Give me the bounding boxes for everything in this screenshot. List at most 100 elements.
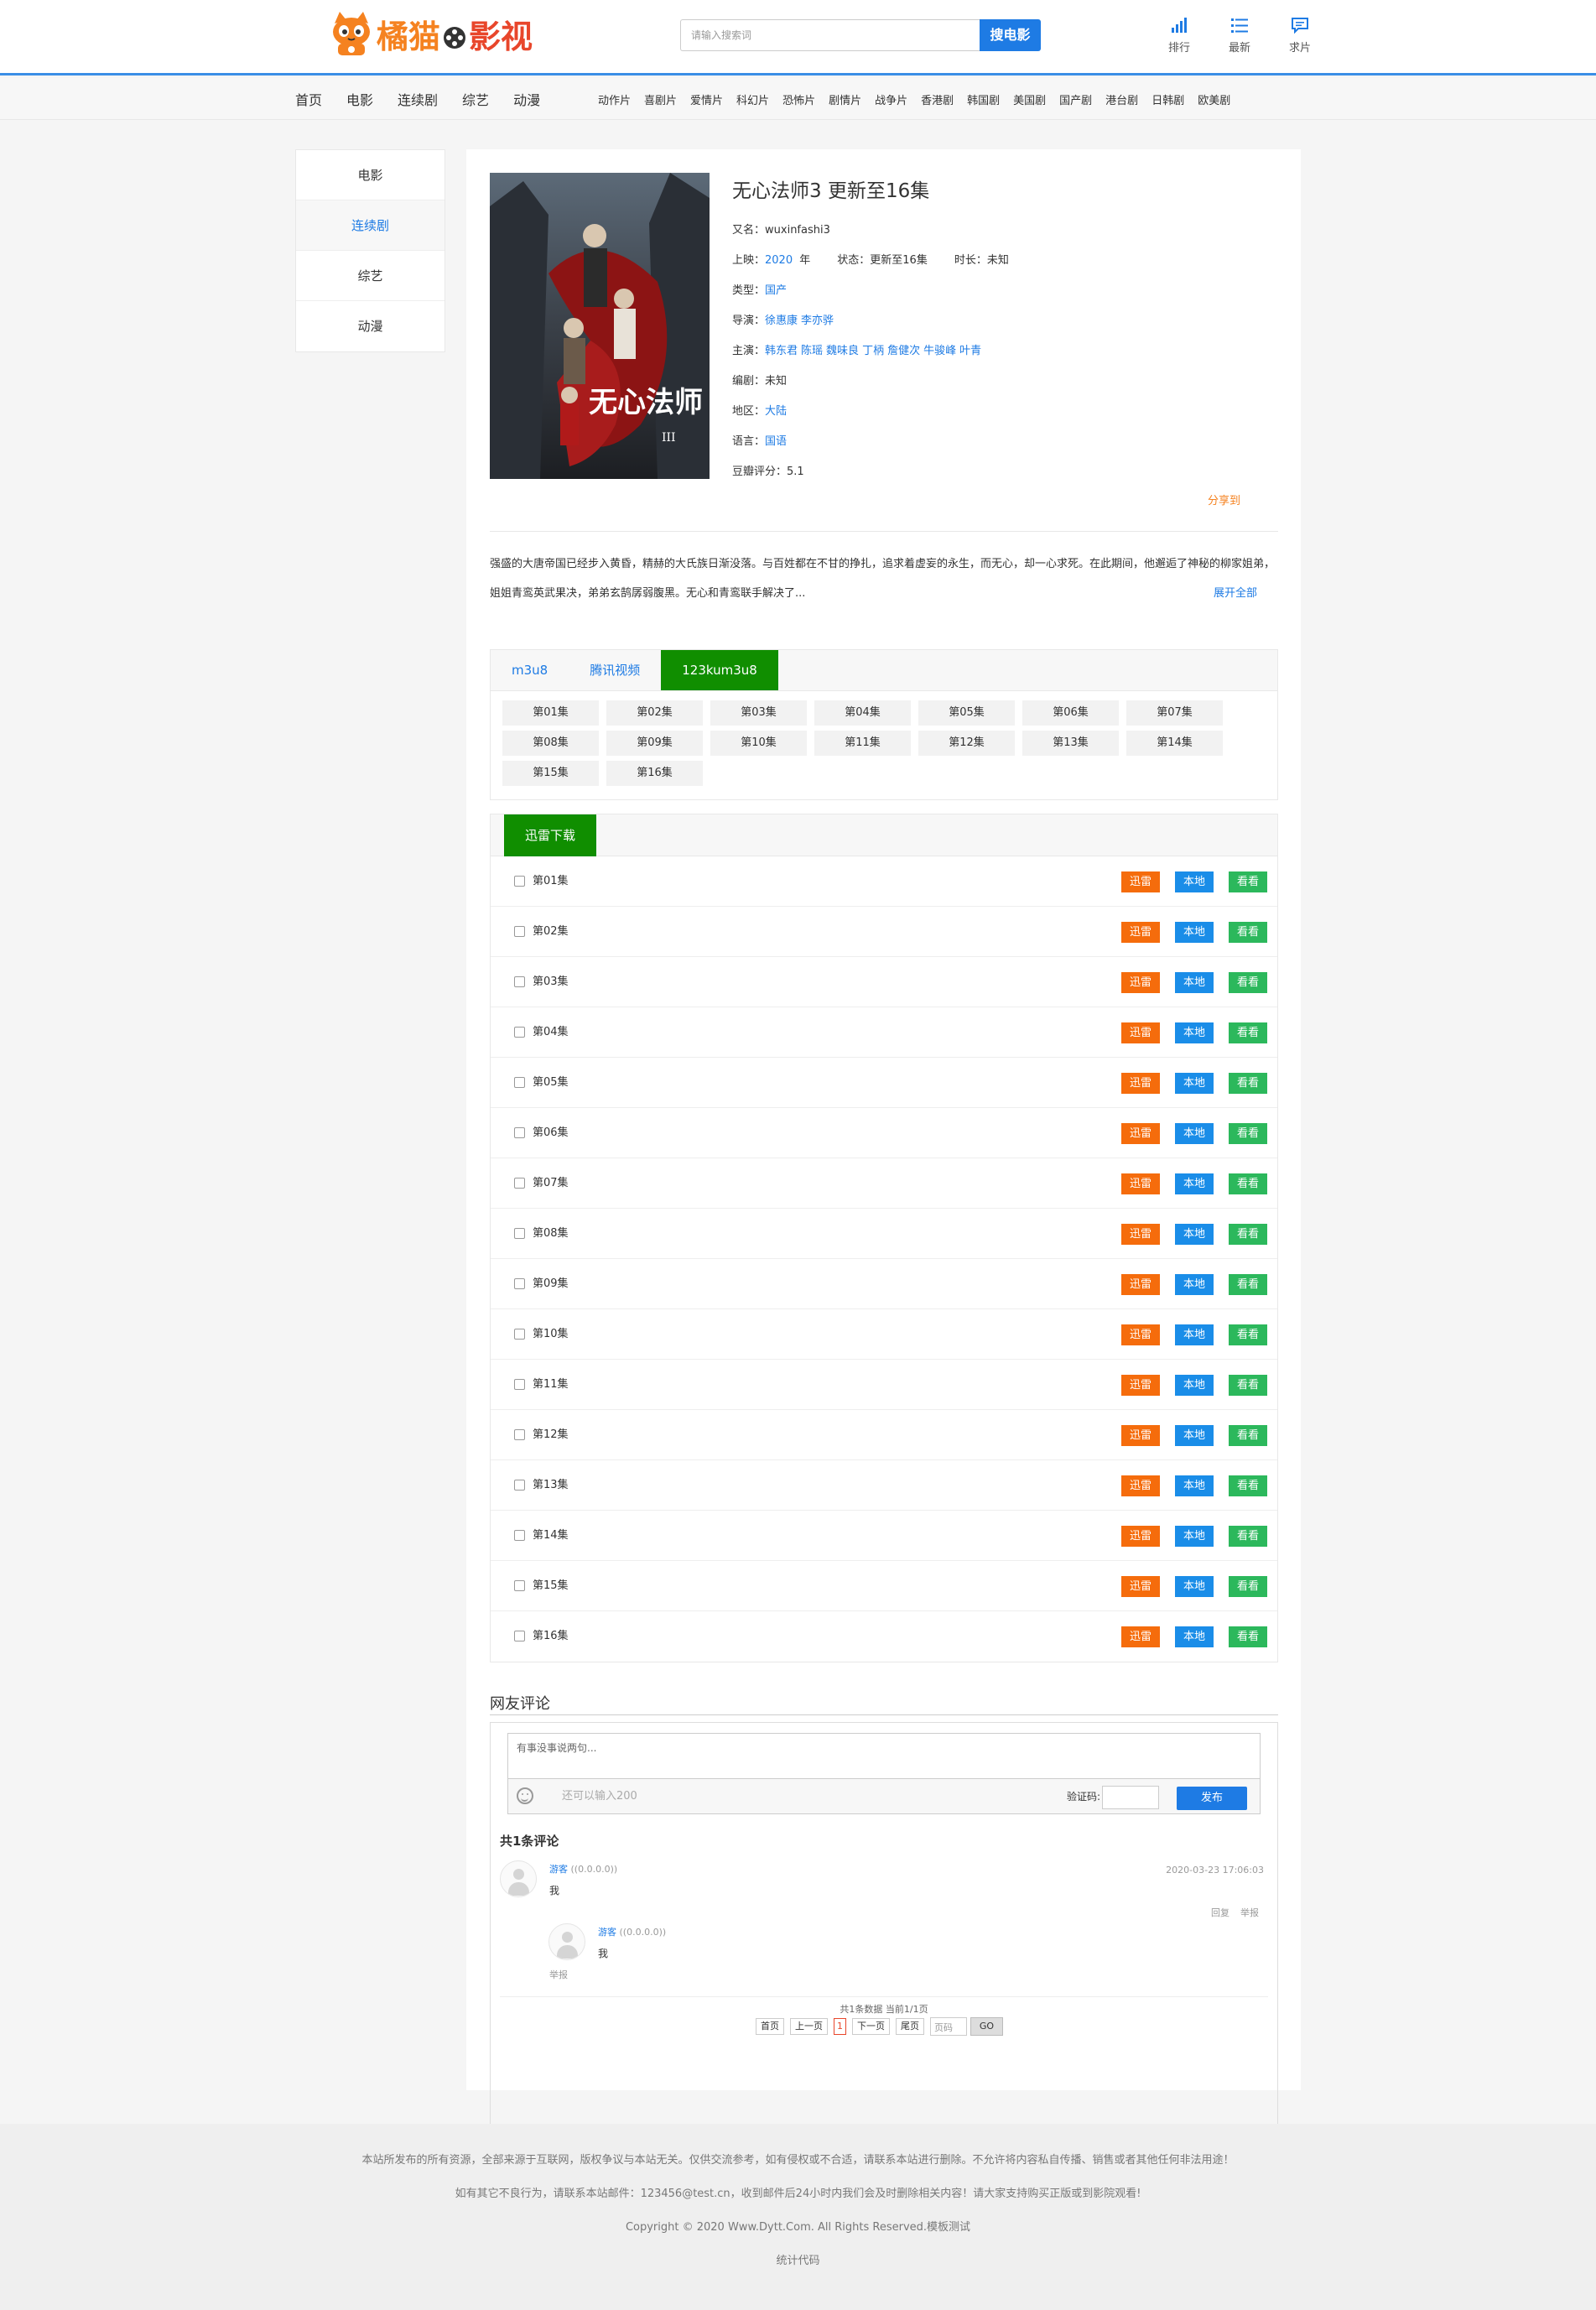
- thunder-button[interactable]: 迅雷: [1121, 1022, 1160, 1043]
- comment-input[interactable]: 有事没事说两句...: [507, 1733, 1261, 1779]
- report-link[interactable]: 举报: [1240, 1906, 1259, 1919]
- watch-button[interactable]: 看看: [1229, 1274, 1267, 1295]
- cast-link[interactable]: 牛骏峰: [923, 345, 956, 357]
- local-button[interactable]: 本地: [1175, 871, 1214, 892]
- episode-button[interactable]: 第14集: [1126, 731, 1223, 756]
- episode-button[interactable]: 第06集: [1022, 700, 1119, 726]
- download-checkbox[interactable]: [514, 1228, 525, 1239]
- nav-sub-item[interactable]: 韩国剧: [967, 91, 1000, 107]
- thunder-button[interactable]: 迅雷: [1121, 1173, 1160, 1194]
- local-button[interactable]: 本地: [1175, 1475, 1214, 1496]
- local-button[interactable]: 本地: [1175, 1576, 1214, 1597]
- local-button[interactable]: 本地: [1175, 1324, 1214, 1345]
- local-button[interactable]: 本地: [1175, 1274, 1214, 1295]
- download-checkbox[interactable]: [514, 1631, 525, 1641]
- nav-sub-item[interactable]: 喜剧片: [644, 91, 677, 107]
- episode-button[interactable]: 第09集: [606, 731, 703, 756]
- nav-sub-item[interactable]: 科幻片: [736, 91, 769, 107]
- episode-button[interactable]: 第13集: [1022, 731, 1119, 756]
- download-checkbox[interactable]: [514, 1329, 525, 1340]
- thunder-button[interactable]: 迅雷: [1121, 1324, 1160, 1345]
- cast-link[interactable]: 陈瑶: [801, 345, 823, 357]
- thunder-button[interactable]: 迅雷: [1121, 1224, 1160, 1245]
- thunder-button[interactable]: 迅雷: [1121, 922, 1160, 943]
- download-checkbox[interactable]: [514, 876, 525, 887]
- pager-current[interactable]: 1: [834, 2018, 846, 2035]
- download-checkbox[interactable]: [514, 1178, 525, 1189]
- director-link[interactable]: 李亦骅: [801, 315, 834, 327]
- nav-item-anime[interactable]: 动漫: [513, 89, 540, 109]
- download-checkbox[interactable]: [514, 1379, 525, 1390]
- search-input[interactable]: 请输入搜索词: [680, 19, 980, 51]
- local-button[interactable]: 本地: [1175, 1123, 1214, 1144]
- footer-stats[interactable]: 统计代码: [0, 2251, 1596, 2267]
- nav-sub-item[interactable]: 战争片: [875, 91, 907, 107]
- sidebar-item-anime[interactable]: 动漫: [296, 301, 444, 351]
- local-button[interactable]: 本地: [1175, 1073, 1214, 1094]
- local-button[interactable]: 本地: [1175, 1526, 1214, 1547]
- pager-next[interactable]: 下一页: [852, 2018, 890, 2035]
- episode-button[interactable]: 第11集: [814, 731, 911, 756]
- episode-button[interactable]: 第07集: [1126, 700, 1223, 726]
- download-checkbox[interactable]: [514, 976, 525, 987]
- thunder-button[interactable]: 迅雷: [1121, 1073, 1160, 1094]
- poster-image[interactable]: 无心法师 III: [490, 173, 710, 479]
- nav-sub-item[interactable]: 日韩剧: [1152, 91, 1184, 107]
- sidebar-item-series[interactable]: 连续剧: [296, 200, 444, 251]
- pager-last[interactable]: 尾页: [896, 2018, 924, 2035]
- watch-button[interactable]: 看看: [1229, 1123, 1267, 1144]
- watch-button[interactable]: 看看: [1229, 1375, 1267, 1396]
- reply-link[interactable]: 回复: [1211, 1906, 1229, 1919]
- thunder-button[interactable]: 迅雷: [1121, 871, 1160, 892]
- region-link[interactable]: 大陆: [765, 405, 787, 418]
- download-checkbox[interactable]: [514, 1077, 525, 1088]
- watch-button[interactable]: 看看: [1229, 1475, 1267, 1496]
- genre-link[interactable]: 国产: [765, 284, 787, 297]
- download-checkbox[interactable]: [514, 1429, 525, 1440]
- download-checkbox[interactable]: [514, 1027, 525, 1038]
- cast-link[interactable]: 韩东君: [765, 345, 798, 357]
- episode-button[interactable]: 第02集: [606, 700, 703, 726]
- cast-link[interactable]: 魏味良: [826, 345, 859, 357]
- download-checkbox[interactable]: [514, 1127, 525, 1138]
- pager-go-button[interactable]: GO: [970, 2017, 1003, 2036]
- episode-button[interactable]: 第12集: [918, 731, 1015, 756]
- thunder-button[interactable]: 迅雷: [1121, 1375, 1160, 1396]
- watch-button[interactable]: 看看: [1229, 871, 1267, 892]
- episode-button[interactable]: 第15集: [502, 761, 599, 786]
- local-button[interactable]: 本地: [1175, 1425, 1214, 1446]
- thunder-button[interactable]: 迅雷: [1121, 1123, 1160, 1144]
- expand-description-link[interactable]: 展开全部: [1214, 579, 1257, 608]
- nav-sub-item[interactable]: 爱情片: [690, 91, 723, 107]
- local-button[interactable]: 本地: [1175, 1626, 1214, 1647]
- latest-link[interactable]: 最新: [1209, 17, 1270, 55]
- captcha-input[interactable]: [1102, 1786, 1159, 1809]
- tab-m3u8[interactable]: m3u8: [491, 650, 569, 690]
- nav-sub-item[interactable]: 剧情片: [829, 91, 861, 107]
- ranking-link[interactable]: 排行: [1149, 17, 1209, 55]
- local-button[interactable]: 本地: [1175, 1375, 1214, 1396]
- watch-button[interactable]: 看看: [1229, 1626, 1267, 1647]
- watch-button[interactable]: 看看: [1229, 1073, 1267, 1094]
- pager-prev[interactable]: 上一页: [790, 2018, 828, 2035]
- watch-button[interactable]: 看看: [1229, 922, 1267, 943]
- nav-sub-item[interactable]: 国产剧: [1059, 91, 1092, 107]
- thunder-button[interactable]: 迅雷: [1121, 1526, 1160, 1547]
- search-button[interactable]: 搜电影: [980, 19, 1041, 51]
- watch-button[interactable]: 看看: [1229, 1022, 1267, 1043]
- watch-button[interactable]: 看看: [1229, 1425, 1267, 1446]
- site-logo[interactable]: 橘猫 影视: [330, 8, 533, 59]
- language-link[interactable]: 国语: [765, 435, 787, 448]
- episode-button[interactable]: 第08集: [502, 731, 599, 756]
- thunder-button[interactable]: 迅雷: [1121, 1626, 1160, 1647]
- request-link[interactable]: 求片: [1270, 17, 1330, 55]
- tab-tencent[interactable]: 腾讯视频: [569, 650, 661, 690]
- watch-button[interactable]: 看看: [1229, 972, 1267, 993]
- download-checkbox[interactable]: [514, 926, 525, 937]
- local-button[interactable]: 本地: [1175, 922, 1214, 943]
- page-number-input[interactable]: 页码: [930, 2017, 967, 2036]
- download-checkbox[interactable]: [514, 1278, 525, 1289]
- year-link[interactable]: 2020: [765, 254, 793, 267]
- watch-button[interactable]: 看看: [1229, 1576, 1267, 1597]
- nav-item-movies[interactable]: 电影: [346, 89, 373, 109]
